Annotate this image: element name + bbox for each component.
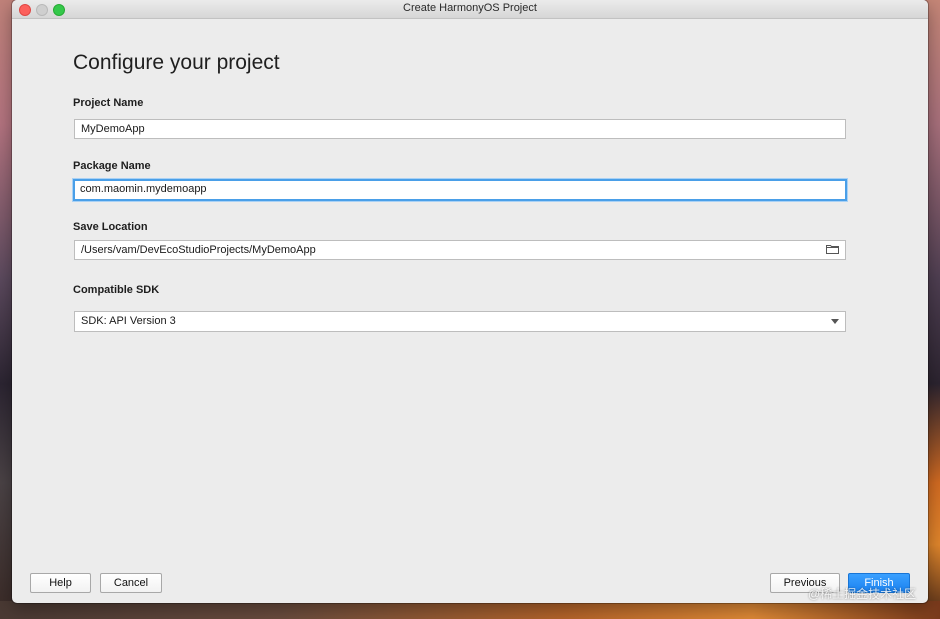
folder-icon[interactable] (826, 244, 839, 254)
project-name-label: Project Name (73, 97, 144, 109)
compatible-sdk-value: SDK: API Version 3 (81, 315, 176, 327)
watermark-text: @稀土掘金技术社区 (808, 587, 917, 601)
page-title: Configure your project (73, 51, 280, 74)
title-bar: Create HarmonyOS Project (12, 0, 928, 19)
help-button[interactable]: Help (30, 573, 91, 593)
package-name-label: Package Name (73, 160, 151, 172)
chevron-down-icon (831, 319, 839, 324)
package-name-field[interactable]: com.maomin.mydemoapp (73, 179, 847, 201)
save-location-value: /Users/vam/DevEcoStudioProjects/MyDemoAp… (81, 244, 316, 256)
project-name-field[interactable]: MyDemoApp (74, 119, 846, 139)
create-project-dialog: Create HarmonyOS Project Configure your … (12, 0, 928, 603)
save-location-label: Save Location (73, 221, 148, 233)
window-title: Create HarmonyOS Project (403, 2, 537, 14)
compatible-sdk-select[interactable]: SDK: API Version 3 (74, 311, 846, 332)
project-name-value: MyDemoApp (81, 123, 145, 135)
desktop-wallpaper-bottom (0, 601, 940, 619)
package-name-value: com.maomin.mydemoapp (80, 183, 207, 195)
desktop-wallpaper-right (926, 0, 940, 619)
save-location-field[interactable]: /Users/vam/DevEcoStudioProjects/MyDemoAp… (74, 240, 846, 260)
cancel-button[interactable]: Cancel (100, 573, 162, 593)
compatible-sdk-label: Compatible SDK (73, 284, 160, 296)
